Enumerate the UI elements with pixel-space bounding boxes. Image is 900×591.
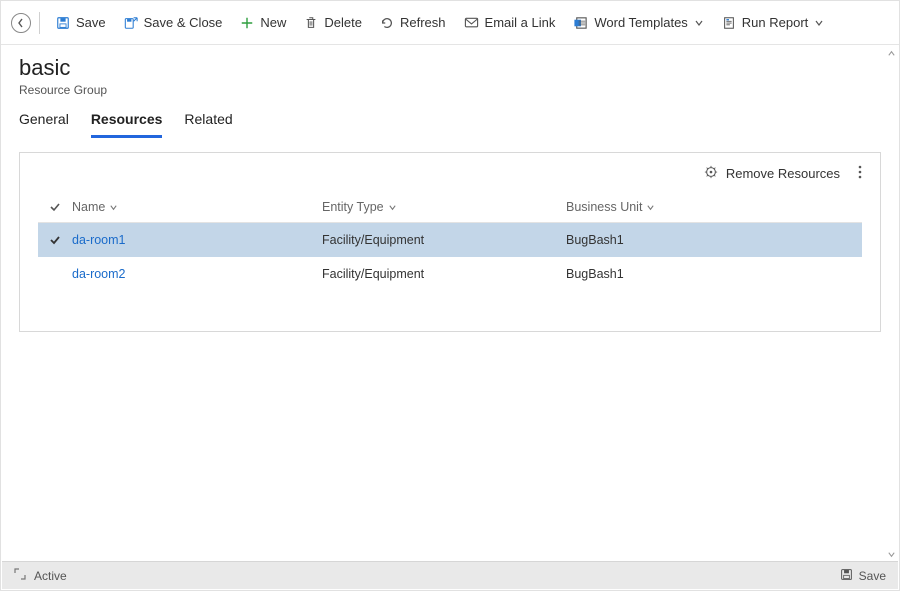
email-icon: [464, 16, 479, 30]
save-close-label: Save & Close: [144, 15, 223, 30]
save-close-button[interactable]: Save & Close: [116, 11, 231, 34]
column-header-entity-type[interactable]: Entity Type: [322, 200, 397, 214]
remove-resources-label: Remove Resources: [726, 166, 840, 181]
refresh-button[interactable]: Refresh: [372, 11, 454, 34]
record-subtitle: Resource Group: [19, 83, 881, 97]
status-bar: Active Save: [2, 561, 898, 589]
word-icon: [573, 16, 588, 30]
tab-related[interactable]: Related: [184, 111, 232, 138]
save-icon: [840, 568, 853, 584]
scroll-down-icon: [885, 548, 897, 560]
table-row[interactable]: da-room2 Facility/Equipment BugBash1: [38, 257, 862, 291]
email-link-label: Email a Link: [485, 15, 556, 30]
refresh-icon: [380, 16, 394, 30]
chevron-down-icon: [646, 203, 655, 212]
resource-name-link[interactable]: da-room2: [72, 267, 126, 281]
record-status-label: Active: [34, 569, 67, 583]
tab-resources[interactable]: Resources: [91, 111, 163, 138]
chevron-down-icon: [814, 18, 824, 28]
vertical-scrollbar[interactable]: [885, 47, 897, 560]
gear-remove-icon: [704, 165, 718, 182]
column-header-entity-label: Entity Type: [322, 200, 384, 214]
chevron-down-icon: [694, 18, 704, 28]
select-all-checkbox[interactable]: [38, 201, 72, 213]
tab-list: General Resources Related: [1, 97, 899, 138]
save-close-icon: [124, 16, 138, 30]
chevron-down-icon: [388, 203, 397, 212]
resource-entity-type: Facility/Equipment: [322, 233, 566, 247]
save-icon: [56, 16, 70, 30]
delete-button[interactable]: Delete: [296, 11, 370, 34]
resources-panel: Remove Resources Name Entity Type Busine…: [19, 152, 881, 332]
resource-name-link[interactable]: da-room1: [72, 233, 126, 247]
footer-save-label: Save: [859, 569, 886, 583]
expand-icon[interactable]: [14, 568, 26, 583]
row-checkbox[interactable]: [38, 234, 72, 246]
row-checkbox[interactable]: [38, 268, 72, 280]
resource-entity-type: Facility/Equipment: [322, 267, 566, 281]
email-link-button[interactable]: Email a Link: [456, 11, 564, 34]
column-header-name[interactable]: Name: [72, 200, 118, 214]
word-templates-label: Word Templates: [594, 15, 687, 30]
resources-grid: Name Entity Type Business Unit da-room1 …: [20, 192, 880, 331]
delete-label: Delete: [324, 15, 362, 30]
plus-icon: [240, 16, 254, 30]
panel-toolbar: Remove Resources: [20, 153, 880, 192]
back-button[interactable]: [11, 13, 31, 33]
chevron-down-icon: [109, 203, 118, 212]
refresh-label: Refresh: [400, 15, 446, 30]
scroll-up-icon: [885, 47, 897, 59]
column-header-name-label: Name: [72, 200, 105, 214]
footer-save-button[interactable]: Save: [840, 568, 886, 584]
grid-header-row: Name Entity Type Business Unit: [38, 192, 862, 223]
tab-general[interactable]: General: [19, 111, 69, 138]
new-button[interactable]: New: [232, 11, 294, 34]
trash-icon: [304, 16, 318, 30]
run-report-button[interactable]: Run Report: [714, 11, 832, 34]
column-header-business-unit[interactable]: Business Unit: [566, 200, 655, 214]
new-label: New: [260, 15, 286, 30]
save-button[interactable]: Save: [48, 11, 114, 34]
report-icon: [722, 16, 736, 30]
record-header: basic Resource Group: [1, 45, 899, 97]
save-label: Save: [76, 15, 106, 30]
more-commands-button[interactable]: [854, 163, 866, 184]
resource-business-unit: BugBash1: [566, 233, 862, 247]
column-header-bu-label: Business Unit: [566, 200, 642, 214]
table-row[interactable]: da-room1 Facility/Equipment BugBash1: [38, 223, 862, 257]
record-title: basic: [19, 55, 881, 81]
command-bar: Save Save & Close New Delete Refresh: [1, 1, 899, 45]
word-templates-button[interactable]: Word Templates: [565, 11, 711, 34]
separator: [39, 12, 40, 34]
run-report-label: Run Report: [742, 15, 808, 30]
resource-business-unit: BugBash1: [566, 267, 862, 281]
remove-resources-button[interactable]: Remove Resources: [704, 165, 840, 182]
